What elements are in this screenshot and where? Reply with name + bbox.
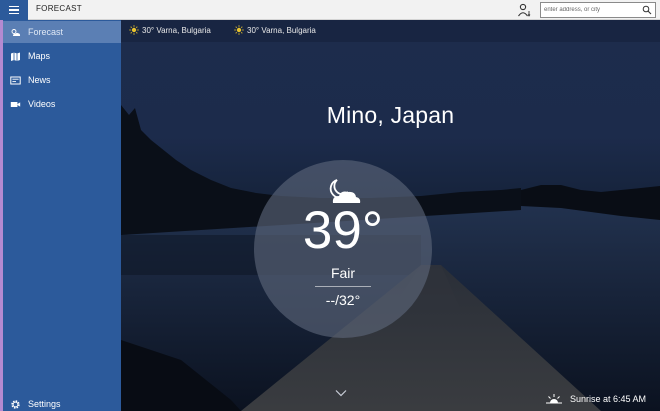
favorite-location-label: 30° Varna, Bulgaria (142, 25, 211, 35)
sidebar-item-news[interactable]: News (3, 69, 121, 91)
sun-icon (234, 25, 244, 35)
city-name: Mino, Japan (326, 102, 455, 128)
favorite-location-1[interactable]: 30° Varna, Bulgaria (129, 25, 211, 35)
sidebar-item-maps[interactable]: Maps (3, 45, 121, 67)
sidebar-item-settings[interactable]: Settings (3, 393, 121, 411)
sidebar-item-label: Settings (28, 399, 61, 409)
sidebar-item-forecast[interactable]: Forecast (3, 21, 121, 43)
favorites-bar: 30° Varna, Bulgaria 30° Varna, Bulgaria (121, 20, 660, 42)
favorite-location-2[interactable]: 30° Varna, Bulgaria (234, 25, 316, 35)
app-title: FORECAST (36, 4, 82, 13)
favorite-location-label: 30° Varna, Bulgaria (247, 25, 316, 35)
search-icon[interactable] (642, 5, 652, 15)
search-input[interactable] (544, 4, 640, 16)
condition-text: Fair (330, 265, 356, 281)
sidebar-item-label: Videos (28, 99, 56, 109)
hi-lo-temperature: --/32° (325, 292, 361, 308)
current-temperature: 39° (302, 201, 384, 260)
news-icon (10, 76, 21, 84)
gear-icon (11, 399, 20, 409)
sidebar-item-label: Forecast (28, 27, 64, 37)
hamburger-menu-button[interactable] (0, 0, 28, 20)
sidebar: Forecast Maps News Videos Settings (3, 20, 121, 411)
sun-cloud-icon (11, 28, 21, 36)
sunrise-time: Sunrise at 6:45 AM (569, 393, 646, 404)
title-bar: FORECAST (0, 0, 660, 20)
sun-icon (129, 25, 139, 35)
current-conditions-circle: 39° Fair --/32° (254, 160, 432, 338)
divider (315, 286, 371, 287)
sunrise-icon (545, 394, 562, 404)
sidebar-item-label: Maps (28, 51, 51, 61)
search-box[interactable] (540, 2, 656, 18)
map-icon (11, 52, 20, 61)
chevron-down-icon[interactable] (335, 389, 347, 397)
video-camera-icon (10, 101, 21, 107)
forecast-panel: 30° Varna, Bulgaria 30° Varna, Bulgaria … (121, 20, 660, 411)
sidebar-item-videos[interactable]: Videos (3, 93, 121, 115)
sunrise-info: Sunrise at 6:45 AM (545, 393, 646, 404)
location-person-icon[interactable] (517, 3, 533, 17)
sidebar-item-label: News (28, 75, 51, 85)
